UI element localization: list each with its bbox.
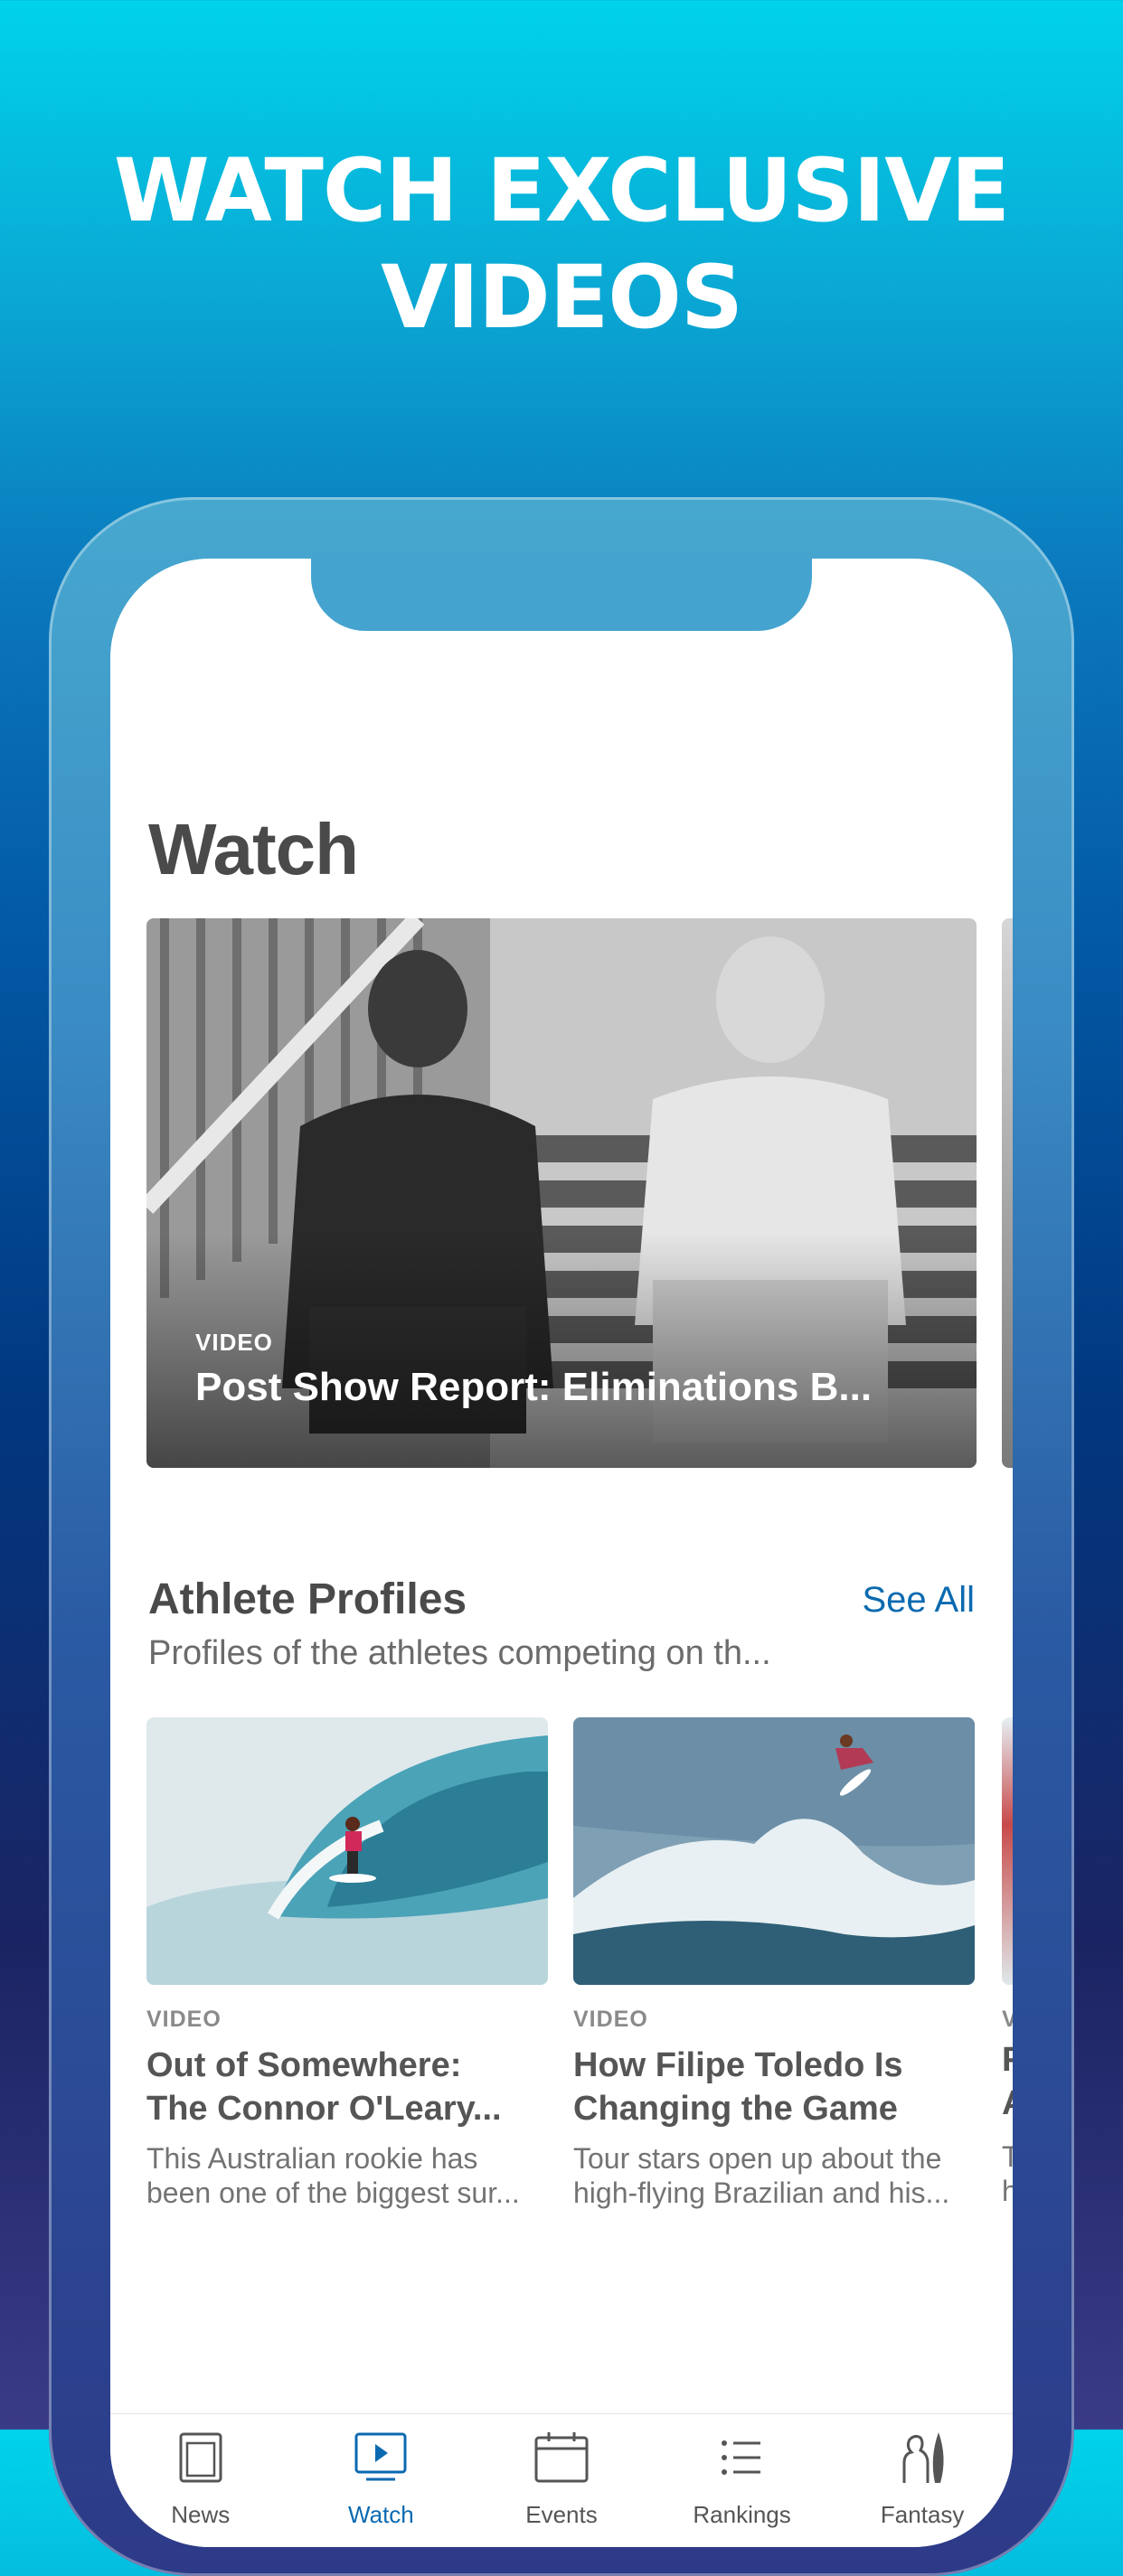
video-card-eyebrow: VIDEO xyxy=(146,2007,222,2032)
video-card-title-line: Out of Somewhere: xyxy=(146,2046,462,2084)
hero-title: Post Show Report: Eliminations B... xyxy=(195,1365,873,1409)
video-thumbnail xyxy=(146,1717,548,1985)
video-card-title-line: How Filipe Toledo Is xyxy=(573,2046,903,2084)
tab-bar: News Watch Events Rankings Fantasy xyxy=(110,2413,1013,2547)
video-card-title-line: The Connor O'Leary... xyxy=(146,2090,502,2128)
tab-rankings[interactable]: Rankings xyxy=(652,2414,833,2547)
video-card-title: Out of Somewhere: The Connor O'Leary... xyxy=(146,2044,548,2130)
peek-title-line: F xyxy=(1002,2041,1013,2079)
video-card-desc-line: been one of the biggest sur... xyxy=(146,2176,520,2209)
watch-play-icon xyxy=(354,2432,407,2481)
video-card-desc-line: Tour stars open up about the xyxy=(573,2142,942,2175)
video-card-title: How Filipe Toledo Is Changing the Game xyxy=(573,2044,975,2130)
peek-title-line: A xyxy=(1002,2084,1013,2123)
phone-notch xyxy=(311,559,812,631)
calendar-icon xyxy=(534,2432,589,2483)
hero-next-card-peek[interactable] xyxy=(1002,918,1013,1468)
promo-headline: WATCH EXCLUSIVE VIDEOS xyxy=(0,137,1123,351)
tab-label: Events xyxy=(525,2501,598,2528)
list-icon xyxy=(721,2440,760,2475)
tab-label: Fantasy xyxy=(880,2501,965,2528)
video-card-eyebrow: VIDEO xyxy=(573,2007,648,2032)
tab-fantasy[interactable]: Fantasy xyxy=(832,2414,1013,2547)
video-thumbnail xyxy=(573,1717,975,1985)
video-card[interactable]: VIDEO Out of Somewhere: The Connor O'Lea… xyxy=(146,1717,548,2210)
video-card-desc-line: This Australian rookie has xyxy=(146,2142,478,2175)
video-card[interactable]: VIDEO How Filipe Toledo Is Changing the … xyxy=(573,1717,975,2210)
section-subtitle: Profiles of the athletes competing on th… xyxy=(148,1634,771,1672)
video-card-description: Tour stars open up about the high-flying… xyxy=(573,2141,975,2210)
promo-headline-line2: VIDEOS xyxy=(380,247,743,348)
see-all-link[interactable]: See All xyxy=(862,1580,975,1621)
tab-news[interactable]: News xyxy=(110,2414,291,2547)
video-card-title-line: Changing the Game xyxy=(573,2090,898,2128)
section-title-athlete-profiles: Athlete Profiles xyxy=(148,1575,467,1623)
tab-watch[interactable]: Watch xyxy=(291,2414,472,2547)
video-card-description: This Australian rookie has been one of t… xyxy=(146,2141,548,2210)
promo-headline-line1: WATCH EXCLUSIVE xyxy=(113,140,1010,241)
hero-eyebrow: VIDEO xyxy=(195,1329,273,1356)
surfer-board-icon xyxy=(902,2432,944,2483)
page-title: Watch xyxy=(148,809,359,889)
video-card-desc-line: high-flying Brazilian and his... xyxy=(573,2176,950,2209)
phone-screen: Watch VIDEO Post Show Report: Eliminatio… xyxy=(110,559,1013,2547)
tab-label: Watch xyxy=(348,2501,414,2528)
peek-eyebrow: V xyxy=(1002,2007,1013,2032)
video-card-peek[interactable] xyxy=(1002,1717,1013,1985)
news-icon xyxy=(179,2432,222,2483)
peek-desc-line: h xyxy=(1002,2175,1013,2207)
peek-desc-line: T xyxy=(1002,2140,1013,2173)
hero-video-card[interactable]: VIDEO Post Show Report: Eliminations B..… xyxy=(146,918,977,1468)
tab-label: Rankings xyxy=(693,2501,791,2528)
tab-label: News xyxy=(171,2501,231,2528)
tab-events[interactable]: Events xyxy=(471,2414,652,2547)
